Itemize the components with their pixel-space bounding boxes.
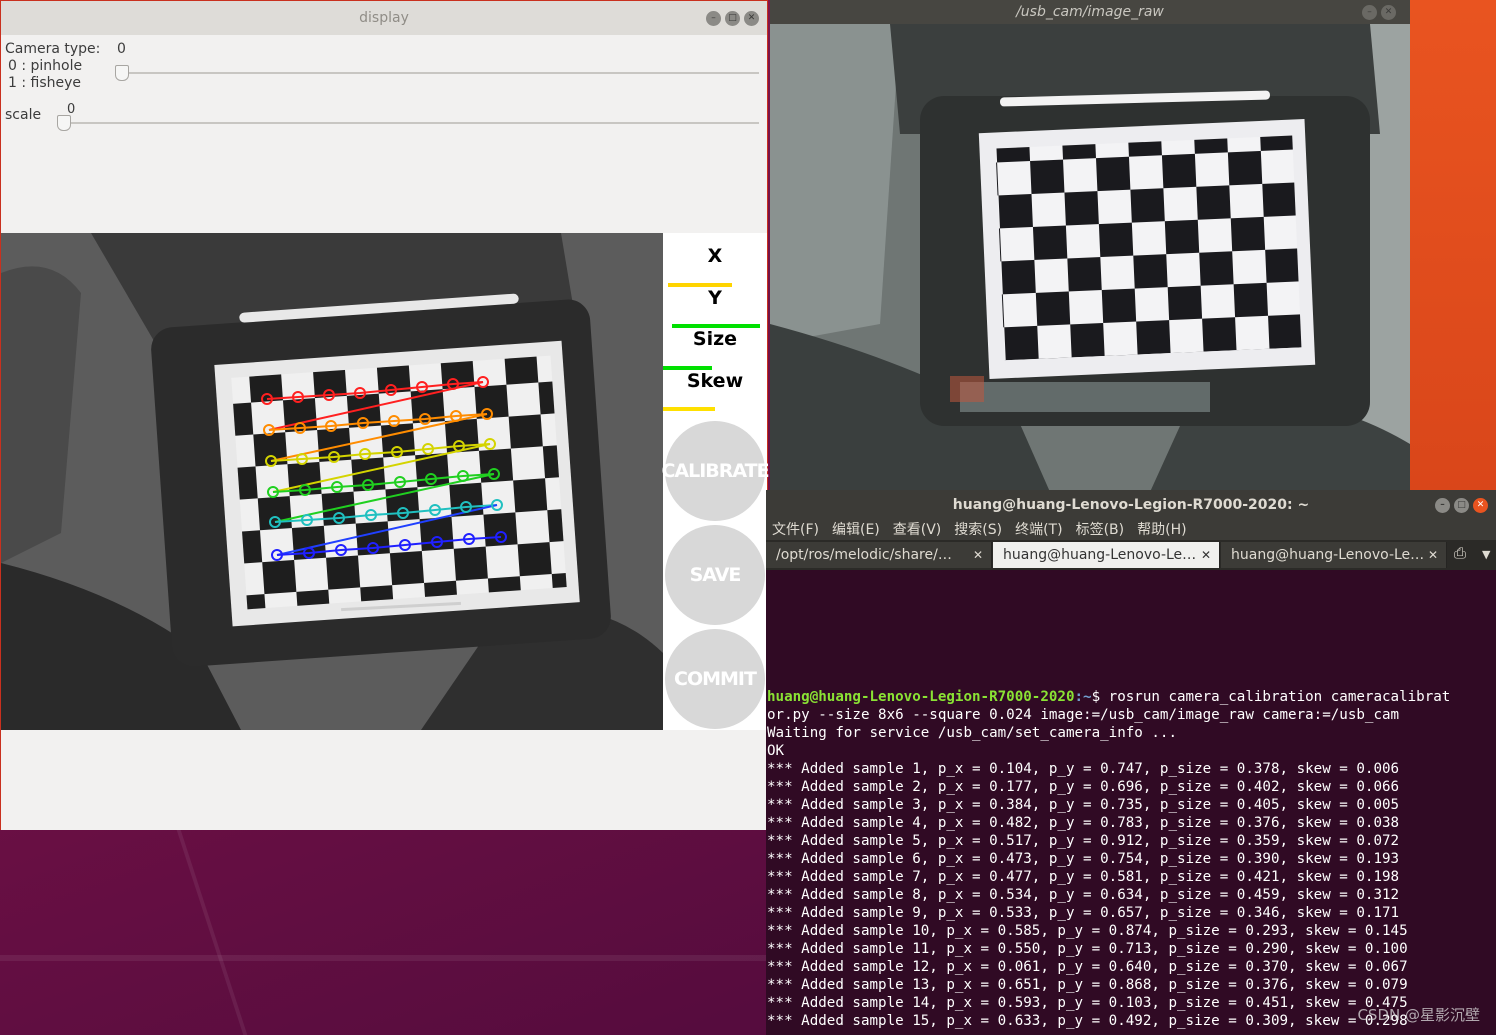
calibration-side-panel: X Y Size Skew CALIBRATE SAVE COMMIT: [661, 233, 770, 730]
wallpaper-line: [176, 830, 248, 1035]
chevron-down-icon[interactable]: ▼: [1482, 548, 1490, 561]
maximize-icon[interactable]: □: [725, 10, 740, 26]
menu-tabs[interactable]: 标签(B): [1076, 520, 1125, 540]
output-line: *** Added sample 8, p_x = 0.534, p_y = 0…: [767, 887, 1400, 903]
scale-slider-knob[interactable]: [57, 115, 71, 131]
window-title: /usb_cam/image_raw: [1016, 4, 1164, 20]
output-line: *** Added sample 4, p_x = 0.482, p_y = 0…: [767, 815, 1400, 831]
output-line: *** Added sample 6, p_x = 0.473, p_y = 0…: [767, 851, 1400, 867]
wallpaper-line: [0, 955, 770, 961]
camera-type-value: 0: [117, 41, 126, 57]
output-line: *** Added sample 5, p_x = 0.517, p_y = 0…: [767, 833, 1400, 849]
output-line: *** Added sample 7, p_x = 0.477, p_y = 0…: [767, 869, 1400, 885]
tab-huang-active[interactable]: huang@huang-Lenovo-Le… ✕: [993, 542, 1220, 568]
output-line: *** Added sample 11, p_x = 0.550, p_y = …: [767, 941, 1408, 957]
calibration-image-canvas: [1, 233, 663, 730]
menu-help[interactable]: 帮助(H): [1137, 520, 1186, 540]
commit-button[interactable]: COMMIT: [665, 629, 765, 729]
desktop-wallpaper-accent: [1405, 0, 1496, 495]
window-title: huang@huang-Lenovo-Legion-R7000-2020: ~: [952, 497, 1310, 513]
output-line: or.py --size 8x6 --square 0.024 image:=/…: [767, 707, 1400, 723]
display-titlebar[interactable]: display – □ ✕: [1, 1, 767, 35]
camera-type-slider-track[interactable]: [119, 72, 759, 74]
minimize-icon[interactable]: –: [706, 10, 721, 26]
menu-terminal[interactable]: 终端(T): [1015, 520, 1062, 540]
usb-cam-image-canvas: [770, 24, 1410, 492]
csdn-watermark: CSDN @星影沉壁: [1357, 1006, 1480, 1024]
window-title: display: [359, 10, 409, 26]
output-line: OK: [767, 743, 785, 759]
terminal-tabbar: /opt/ros/melodic/share/… ✕ huang@huang-L…: [766, 540, 1496, 570]
close-icon[interactable]: ✕: [744, 10, 759, 26]
new-tab-icon[interactable]: ⎙: [1454, 544, 1466, 562]
output-line: *** Added sample 1, p_x = 0.104, p_y = 0…: [767, 761, 1400, 777]
prompt-path: :~: [1074, 689, 1092, 705]
terminal-titlebar[interactable]: huang@huang-Lenovo-Legion-R7000-2020: ~ …: [766, 490, 1496, 520]
calibration-image: [1, 233, 663, 730]
calibrate-button[interactable]: CALIBRATE: [661, 421, 770, 521]
trackbar-panel: Camera type: 0 0 : pinhole 1 : fisheye s…: [1, 35, 767, 233]
minimize-icon[interactable]: –: [1435, 497, 1450, 513]
output-line: *** Added sample 3, p_x = 0.384, p_y = 0…: [767, 797, 1400, 813]
output-line: *** Added sample 9, p_x = 0.533, p_y = 0…: [767, 905, 1400, 921]
camera-type-option-fisheye: 1 : fisheye: [8, 75, 82, 91]
usb-cam-window: /usb_cam/image_raw – ✕: [770, 0, 1410, 492]
menu-search[interactable]: 搜索(S): [954, 520, 1002, 540]
display-empty-area: [1, 730, 767, 830]
tab-label: /opt/ros/melodic/share/…: [776, 547, 952, 563]
output-line: *** Added sample 15, p_x = 0.633, p_y = …: [767, 1013, 1408, 1029]
tab-label: huang@huang-Lenovo-Le…: [1003, 547, 1197, 563]
maximize-icon[interactable]: □: [1454, 497, 1469, 513]
output-line: *** Added sample 10, p_x = 0.585, p_y = …: [767, 923, 1408, 939]
prompt-user: huang@huang-Lenovo-Legion-R7000-2020: [767, 689, 1075, 705]
output-line: *** Added sample 14, p_x = 0.593, p_y = …: [767, 995, 1408, 1011]
prompt-command: $ rosrun camera_calibration cameracalibr…: [1091, 689, 1451, 705]
tab-huang-2[interactable]: huang@huang-Lenovo-Le… ✕: [1221, 542, 1447, 568]
minimize-icon[interactable]: –: [1362, 4, 1377, 20]
close-icon[interactable]: ✕: [1428, 542, 1438, 568]
metric-y-label: Y: [708, 287, 722, 309]
menu-file[interactable]: 文件(F): [772, 520, 819, 540]
camera-type-label: Camera type:: [5, 41, 101, 57]
camera-type-option-pinhole: 0 : pinhole: [8, 58, 83, 74]
metric-skew-label: Skew: [686, 370, 744, 392]
scale-slider-track[interactable]: [61, 122, 759, 124]
display-window: display – □ ✕ Camera type: 0 0 : pinhole…: [0, 0, 770, 830]
terminal-window: huang@huang-Lenovo-Legion-R7000-2020: ~ …: [766, 490, 1496, 1035]
terminal-menubar: 文件(F) 编辑(E) 查看(V) 搜索(S) 终端(T) 标签(B) 帮助(H…: [766, 520, 1496, 540]
usb-cam-image: [770, 24, 1410, 492]
close-icon[interactable]: ✕: [1473, 497, 1488, 513]
close-icon[interactable]: ✕: [973, 542, 983, 568]
output-line: *** Added sample 13, p_x = 0.651, p_y = …: [767, 977, 1408, 993]
usb-cam-titlebar[interactable]: /usb_cam/image_raw – ✕: [770, 0, 1410, 24]
output-line: *** Added sample 2, p_x = 0.177, p_y = 0…: [767, 779, 1400, 795]
close-icon[interactable]: ✕: [1201, 542, 1211, 568]
menu-view[interactable]: 查看(V): [893, 520, 942, 540]
tab-label: huang@huang-Lenovo-Le…: [1231, 547, 1425, 563]
scale-label: scale: [5, 107, 42, 123]
metric-x-label: X: [707, 245, 723, 267]
save-button[interactable]: SAVE: [665, 525, 765, 625]
output-line: Waiting for service /usb_cam/set_camera_…: [767, 725, 1177, 741]
menu-edit[interactable]: 编辑(E): [832, 520, 880, 540]
camera-type-slider-knob[interactable]: [115, 65, 129, 81]
tab-ros-share[interactable]: /opt/ros/melodic/share/… ✕: [766, 542, 992, 568]
output-line: *** Added sample 12, p_x = 0.061, p_y = …: [767, 959, 1408, 975]
metric-skew-bar: [663, 407, 715, 411]
metric-size-label: Size: [692, 328, 738, 350]
close-icon[interactable]: ✕: [1381, 4, 1396, 20]
terminal-output[interactable]: huang@huang-Lenovo-Legion-R7000-2020:~$ …: [767, 688, 1496, 1035]
